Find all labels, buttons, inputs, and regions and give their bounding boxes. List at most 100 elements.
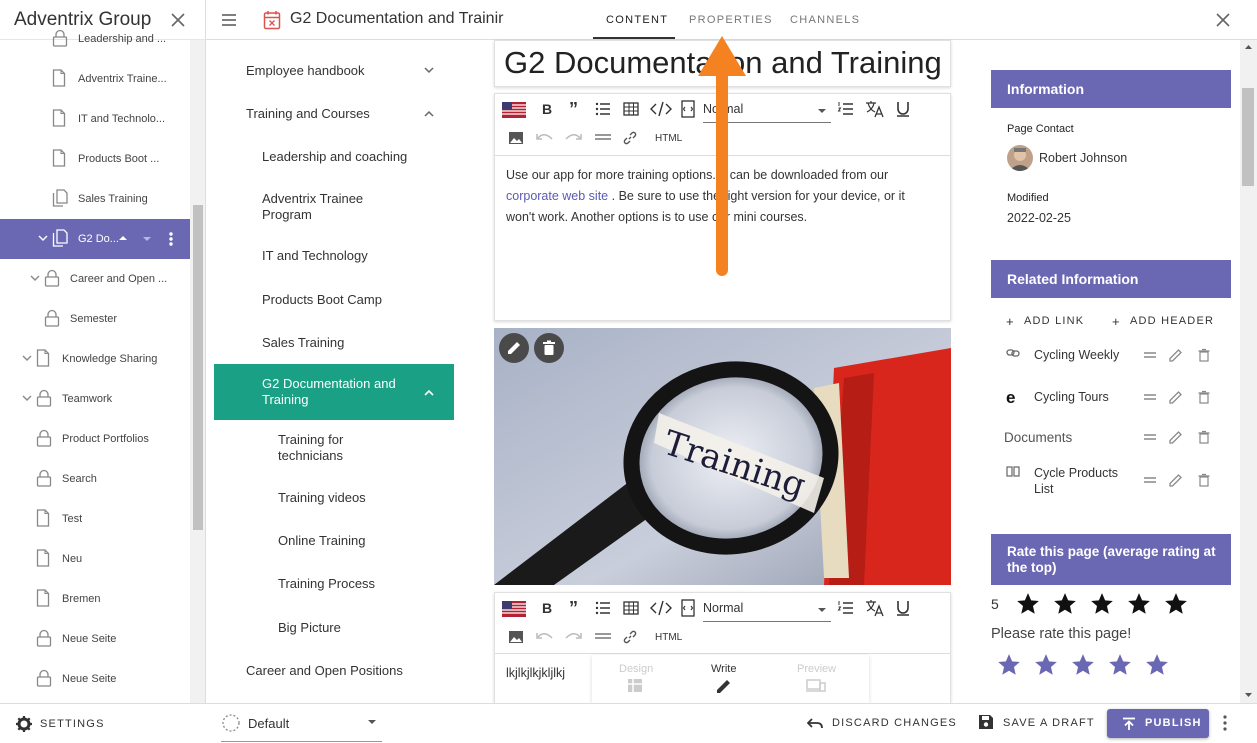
mode-preview[interactable]: Preview (797, 663, 836, 675)
chevron-down-icon[interactable] (424, 67, 434, 74)
tree-item[interactable]: Neue Seite (0, 659, 190, 699)
rich-text-body-2[interactable]: lkjlkjlkjkljlkj (506, 663, 565, 684)
rate-star-icon[interactable] (1107, 652, 1133, 678)
tree-item[interactable]: Neue Seite (0, 619, 190, 659)
rate-star-icon[interactable] (1070, 652, 1096, 678)
grid-icon[interactable] (628, 679, 642, 692)
bullet-list-icon[interactable] (594, 100, 612, 118)
tree-item[interactable]: Products Boot ... (0, 139, 190, 179)
chevron-down-icon[interactable] (22, 394, 32, 402)
trash-icon[interactable] (1197, 348, 1211, 362)
chevron-up-icon[interactable] (424, 389, 434, 396)
html-source-button[interactable]: HTML (655, 133, 682, 144)
related-item-cycling-weekly[interactable]: Cycling Weekly (1034, 348, 1119, 362)
mode-design[interactable]: Design (619, 663, 653, 675)
format-select[interactable]: Normal (703, 598, 831, 622)
delete-image-button[interactable] (534, 333, 564, 363)
nav-item-sales-training[interactable]: Sales Training (262, 335, 344, 351)
undo-icon[interactable] (536, 629, 554, 647)
trash-icon[interactable] (1197, 473, 1211, 487)
bold-icon[interactable]: B (538, 599, 556, 617)
tree-item[interactable]: Leadership and ... (0, 19, 190, 59)
nav-item-training-courses[interactable]: Training and Courses (246, 106, 370, 122)
chevron-down-icon[interactable] (22, 354, 32, 362)
pencil-icon[interactable] (1169, 348, 1183, 362)
tree-item[interactable]: Knowledge Sharing (0, 339, 190, 379)
nav-item-employee-handbook[interactable]: Employee handbook (246, 63, 365, 79)
tree-item-actions[interactable] (118, 231, 178, 247)
html-source-button[interactable]: HTML (655, 632, 682, 643)
bold-icon[interactable]: B (538, 100, 556, 118)
link-icon[interactable] (622, 130, 640, 148)
drag-handle-icon[interactable] (1143, 473, 1157, 487)
nav-item-boot-camp[interactable]: Products Boot Camp (262, 292, 382, 308)
save-icon[interactable] (978, 714, 994, 730)
nav-item-career[interactable]: Career and Open Positions (246, 663, 403, 679)
numbered-list-icon[interactable] (837, 599, 857, 617)
close-editor-icon[interactable] (1216, 13, 1230, 27)
main-scrollbar-thumb[interactable] (1242, 88, 1254, 186)
trash-icon[interactable] (1197, 430, 1211, 444)
plus-icon[interactable]: + (1112, 314, 1120, 329)
pencil-icon[interactable] (716, 678, 732, 694)
page-contact-name[interactable]: Robert Johnson (1039, 151, 1127, 165)
edit-image-button[interactable] (499, 333, 529, 363)
flag-icon[interactable] (502, 601, 526, 619)
translate-icon[interactable] (865, 100, 885, 118)
quote-icon[interactable]: ” (566, 599, 584, 617)
image-block[interactable]: Training (494, 328, 951, 585)
tree-item[interactable]: Bremen (0, 579, 190, 619)
embed-icon[interactable] (681, 100, 699, 118)
rate-star-icon[interactable] (996, 652, 1022, 678)
horizontal-rule-icon[interactable] (594, 130, 612, 148)
nav-item-big-picture[interactable]: Big Picture (278, 620, 341, 636)
devices-icon[interactable] (806, 679, 826, 692)
menu-icon[interactable] (221, 13, 237, 27)
code-icon[interactable] (650, 599, 672, 617)
gear-icon[interactable] (16, 716, 32, 732)
nav-item-training-technicians[interactable]: Training for technicians (278, 432, 388, 464)
tree-item-selected[interactable]: G2 Do... (0, 219, 190, 259)
table-icon[interactable] (622, 599, 640, 617)
related-item-cycle-products[interactable]: Cycle Products List (1034, 465, 1134, 497)
table-icon[interactable] (622, 100, 640, 118)
code-icon[interactable] (650, 100, 672, 118)
pencil-icon[interactable] (1169, 430, 1183, 444)
numbered-list-icon[interactable] (837, 100, 857, 118)
more-vert-icon[interactable] (1223, 715, 1227, 731)
chevron-down-icon[interactable] (38, 234, 48, 242)
pencil-icon[interactable] (1169, 473, 1183, 487)
underline-icon[interactable] (895, 599, 915, 617)
flag-icon[interactable] (502, 102, 526, 120)
pencil-icon[interactable] (1169, 390, 1183, 404)
quote-icon[interactable]: ” (566, 100, 584, 118)
image-icon[interactable] (508, 629, 526, 647)
rate-star-icon[interactable] (1144, 652, 1170, 678)
tree-item[interactable]: Neu (0, 539, 190, 579)
underline-icon[interactable] (895, 100, 915, 118)
tab-channels[interactable]: CHANNELS (790, 14, 860, 26)
image-icon[interactable] (508, 130, 526, 148)
tab-properties[interactable]: PROPERTIES (689, 14, 773, 26)
add-header-button[interactable]: ADD HEADER (1130, 315, 1214, 327)
tree-item[interactable]: IT and Technolo... (0, 99, 190, 139)
mode-write[interactable]: Write (711, 663, 736, 675)
tree-item[interactable]: Product Portfolios (0, 419, 190, 459)
drag-handle-icon[interactable] (1143, 348, 1157, 362)
link-icon[interactable] (622, 629, 640, 647)
trash-icon[interactable] (1197, 390, 1211, 404)
nav-item-it-technology[interactable]: IT and Technology (262, 248, 368, 264)
tree-item[interactable]: Test (0, 499, 190, 539)
tree-item[interactable]: Sales Training (0, 179, 190, 219)
translate-icon[interactable] (865, 599, 885, 617)
add-link-button[interactable]: ADD LINK (1024, 315, 1084, 327)
nav-item-online-training[interactable]: Online Training (278, 533, 365, 549)
undo-icon[interactable] (536, 130, 554, 148)
redo-icon[interactable] (564, 629, 582, 647)
corporate-site-link[interactable]: corporate web site (506, 189, 608, 203)
nav-item-g2-documentation[interactable]: G2 Documentation and Training (262, 376, 412, 408)
undo-icon[interactable] (807, 716, 823, 730)
related-header-documents[interactable]: Documents (1004, 430, 1072, 445)
tree-item[interactable]: Search (0, 459, 190, 499)
save-draft-button[interactable]: SAVE A DRAFT (1003, 717, 1095, 729)
